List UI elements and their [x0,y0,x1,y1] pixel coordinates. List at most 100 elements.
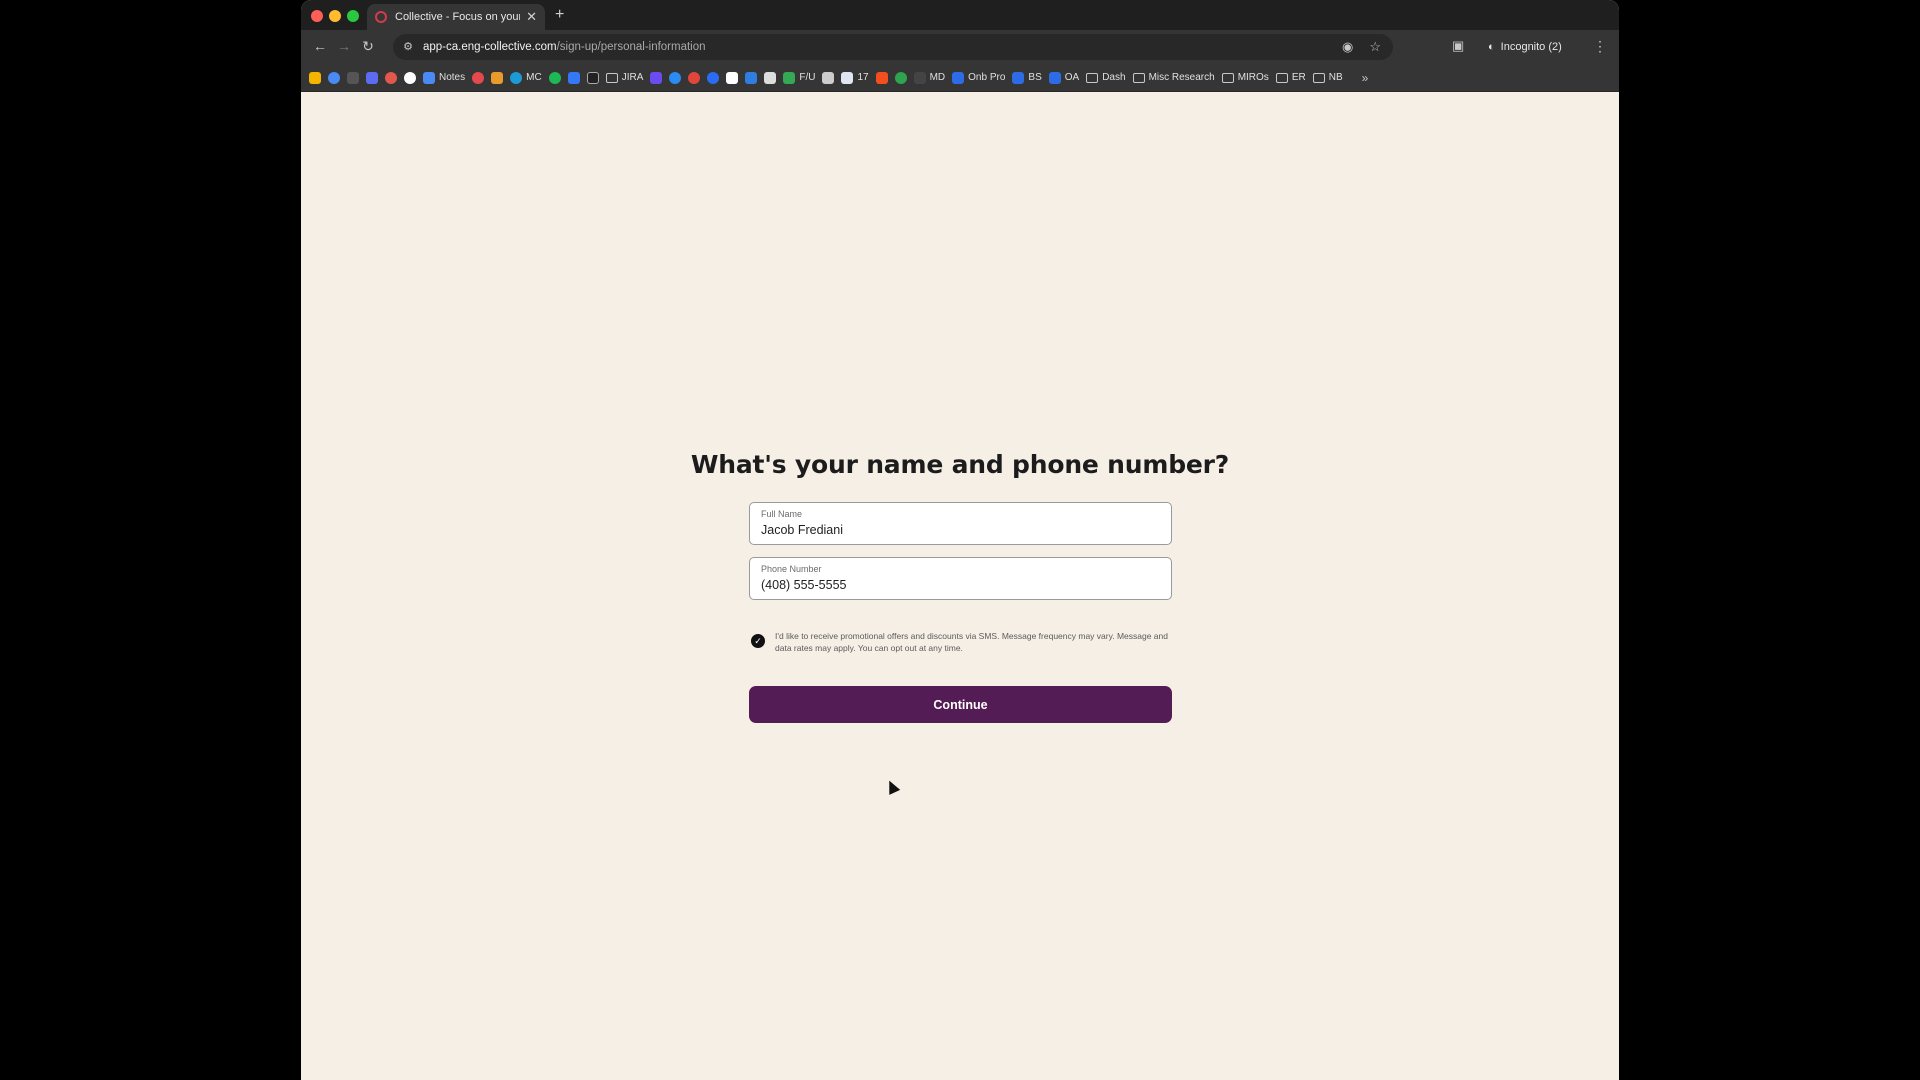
bookmark-item[interactable]: OA [1048,71,1079,84]
tab-title: Collective - Focus on your pa [395,11,521,23]
bookmark-app-icon[interactable] [586,71,599,84]
bookmark-item[interactable]: Notes [423,71,466,84]
bookmark-folder[interactable]: Misc Research [1132,72,1215,83]
docs-icon [423,71,435,84]
bookmark-label: Notes [439,72,466,83]
bookmark-app-icon[interactable] [688,71,701,84]
x-icon [1048,71,1061,84]
bookmark-app-icon[interactable] [404,71,416,84]
mouse-cursor-icon [883,778,901,795]
browser-menu-icon[interactable]: ⋮ [1593,38,1607,55]
forward-arrow-icon[interactable]: → [335,38,353,54]
bookmark-app-icon[interactable] [650,71,663,84]
doc-icon [913,71,926,84]
sms-consent: ✓ I'd like to receive promotional offers… [751,630,1171,654]
cloud-icon [510,71,523,84]
browser-tab[interactable]: Collective - Focus on your pa ✕ [367,4,545,30]
bookmark-label: BS [1028,72,1042,83]
bookmark-app-icon[interactable] [548,71,561,84]
bookmark-label: 17 [857,72,869,83]
phone-number-field[interactable]: Phone Number (408) 555-5555 [749,557,1172,600]
bookmark-item[interactable]: JIRA [605,72,644,83]
back-arrow-icon[interactable]: ← [311,38,329,54]
collective-favicon-icon [375,11,387,23]
figma-icon[interactable] [875,71,888,84]
bookmark-label: Misc Research [1148,72,1215,83]
bookmark-folder[interactable]: MIROs [1221,72,1269,83]
phone-number-label: Phone Number [761,564,822,574]
new-tab-button[interactable]: + [555,6,564,24]
side-panel-icon[interactable]: ▣ [1452,38,1464,54]
bookmark-app-icon[interactable] [328,71,340,84]
bookmark-app-icon[interactable] [707,71,720,84]
bookmark-app-icon[interactable] [309,71,321,84]
url-text: app-ca.eng-collective.com/sign-up/person… [423,41,706,53]
minimize-window-button[interactable] [329,10,341,22]
url-path: /sign-up/personal-information [556,41,706,53]
bookmark-item[interactable]: Onb Pro [952,71,1006,84]
bookmark-label: Onb Pro [968,72,1006,83]
incognito-indicator[interactable]: ◐ Incognito (2) [1488,35,1562,59]
continue-button[interactable]: Continue [749,686,1172,723]
sms-consent-text: I'd like to receive promotional offers a… [775,631,1168,653]
bookmark-label: MC [526,72,542,83]
bookmark-label: NB [1328,72,1343,83]
bookmark-app-icon[interactable] [894,71,907,84]
bookmark-item[interactable]: F/U [783,71,815,84]
x-icon [1012,71,1025,84]
bookmark-app-icon[interactable] [347,71,359,84]
full-name-label: Full Name [761,509,803,519]
x-icon [952,71,965,84]
site-info-icon[interactable]: ⚙ [401,40,415,54]
reload-icon[interactable]: ↻ [359,38,377,55]
full-name-field[interactable]: Full Name Jacob Frediani [749,502,1172,545]
sms-consent-checkbox[interactable]: ✓ [751,634,765,648]
bookmark-label: MD [929,72,946,83]
bookmark-app-icon[interactable] [745,71,758,84]
bookmark-item[interactable]: BS [1012,71,1042,84]
url-domain: app-ca.eng-collective.com [423,41,557,53]
bookmark-app-icon[interactable] [366,71,378,84]
page-title: What's your name and phone number? [690,450,1230,479]
folder-icon [1221,72,1234,83]
calendar-icon [841,71,854,84]
bookmark-label: ER [1291,72,1306,83]
incognito-label: Incognito (2) [1500,41,1562,53]
bookmark-folder[interactable]: NB [1312,72,1343,83]
bookmark-app-icon[interactable] [491,71,504,84]
bookmark-app-icon[interactable] [726,71,739,84]
folder-icon [1086,72,1099,83]
bookmark-app-icon[interactable] [567,71,580,84]
bookmark-item[interactable]: MD [913,71,946,84]
folder-icon [1275,72,1288,83]
close-window-button[interactable] [311,10,323,22]
bookmark-app-icon[interactable] [669,71,682,84]
bookmark-label: Dash [1102,72,1126,83]
bookmark-folder[interactable]: ER [1275,72,1306,83]
bookmark-label: MIROs [1237,72,1269,83]
maximize-window-button[interactable] [347,10,359,22]
drive-icon [783,71,796,84]
more-bookmarks-chevron-icon[interactable]: » [1362,71,1369,85]
bookmark-item[interactable]: 17 [841,71,869,84]
bookmarks-bar: Notes MC JIRA F/U 17 MD Onb Pro BS OA Da… [301,64,1619,92]
bookmark-app-icon[interactable] [472,71,485,84]
bookmark-label: JIRA [621,72,644,83]
address-bar-actions: ◉ ☆ [1342,39,1381,55]
incognito-icon: ◐ [1488,41,1495,53]
tracking-protection-eye-icon[interactable]: ◉ [1342,39,1353,55]
address-bar[interactable]: ⚙ app-ca.eng-collective.com/sign-up/pers… [393,34,1393,60]
bookmark-app-icon[interactable] [385,71,397,84]
bookmark-item[interactable]: MC [510,71,542,84]
folder-icon [605,72,618,83]
browser-toolbar: ← → ↻ ⚙ app-ca.eng-collective.com/sign-u… [301,30,1619,64]
full-name-input[interactable]: Jacob Frediani [761,521,1160,539]
phone-number-input[interactable]: (408) 555-5555 [761,576,1160,594]
bookmark-app-icon[interactable] [822,71,835,84]
bookmark-folder[interactable]: Dash [1086,72,1126,83]
page-content: What's your name and phone number? Full … [301,92,1619,1080]
tab-strip: Collective - Focus on your pa ✕ + [301,0,1619,30]
close-tab-icon[interactable]: ✕ [526,9,537,25]
bookmark-app-icon[interactable] [764,71,777,84]
bookmark-star-icon[interactable]: ☆ [1369,39,1381,55]
